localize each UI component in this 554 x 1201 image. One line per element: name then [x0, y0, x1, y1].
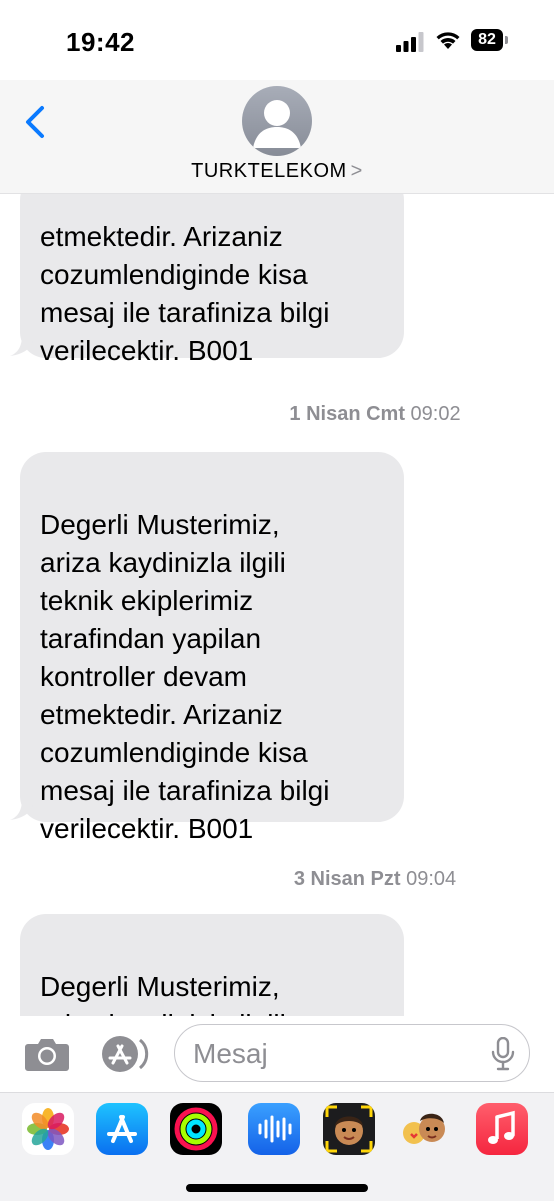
battery-icon: 82: [471, 29, 509, 51]
contact-name-button[interactable]: TURKTELEKOM >: [0, 160, 554, 183]
app-store-icon[interactable]: [96, 1103, 148, 1155]
audio-message-icon[interactable]: [248, 1103, 300, 1155]
status-bar: 19:42 82: [0, 0, 554, 80]
timestamp-time: 09:04: [406, 868, 457, 890]
timestamp: 1 Nisan Cmt 09:02: [98, 403, 554, 426]
bubble-tail: [10, 334, 34, 356]
signal-icon: [396, 32, 424, 52]
contact-avatar-icon[interactable]: [242, 86, 312, 156]
timestamp-day: 1 Nisan Cmt: [289, 403, 405, 425]
message-bubble[interactable]: etmektedir. Arizaniz cozumlendiginde kis…: [20, 194, 404, 366]
battery-level: 82: [478, 31, 496, 48]
message-bubble[interactable]: Degerli Musterimiz, ariza kaydinizla ilg…: [20, 914, 404, 1016]
camera-icon[interactable]: [24, 1036, 70, 1072]
timestamp-time: 09:02: [410, 403, 461, 425]
wifi-icon: [436, 32, 460, 49]
message-text: Degerli Musterimiz, ariza kaydinizla ilg…: [40, 509, 330, 844]
message-input[interactable]: Mesaj: [174, 1024, 530, 1082]
message-list[interactable]: etmektedir. Arizaniz cozumlendiginde kis…: [0, 194, 554, 1016]
fitness-icon[interactable]: [170, 1103, 222, 1155]
contact-name: TURKTELEKOM: [191, 160, 347, 182]
back-chevron-icon[interactable]: [18, 100, 54, 144]
status-time: 19:42: [66, 27, 135, 57]
conversation-header: TURKTELEKOM >: [0, 80, 554, 194]
music-icon[interactable]: [476, 1103, 528, 1155]
memoji-icon[interactable]: [323, 1103, 375, 1155]
message-text: etmektedir. Arizaniz cozumlendiginde kis…: [40, 221, 330, 366]
input-bar: Mesaj: [0, 1016, 554, 1092]
timestamp-day: 3 Nisan Pzt: [293, 868, 401, 890]
app-store-icon[interactable]: [96, 1034, 150, 1074]
message-placeholder: Mesaj: [193, 1038, 268, 1069]
bubble-tail: [10, 798, 34, 820]
message-text: Degerli Musterimiz, ariza kaydinizla ilg…: [40, 971, 286, 1016]
timestamp: 3 Nisan Pzt 09:04: [98, 868, 554, 891]
microphone-icon[interactable]: [491, 1037, 515, 1071]
memoji-stickers-icon[interactable]: [398, 1103, 450, 1155]
chevron-right-icon: >: [350, 160, 363, 182]
battery-tip: [505, 36, 508, 44]
photos-icon[interactable]: [22, 1103, 74, 1155]
home-indicator[interactable]: [186, 1184, 368, 1192]
message-bubble[interactable]: Degerli Musterimiz, ariza kaydinizla ilg…: [20, 452, 404, 844]
